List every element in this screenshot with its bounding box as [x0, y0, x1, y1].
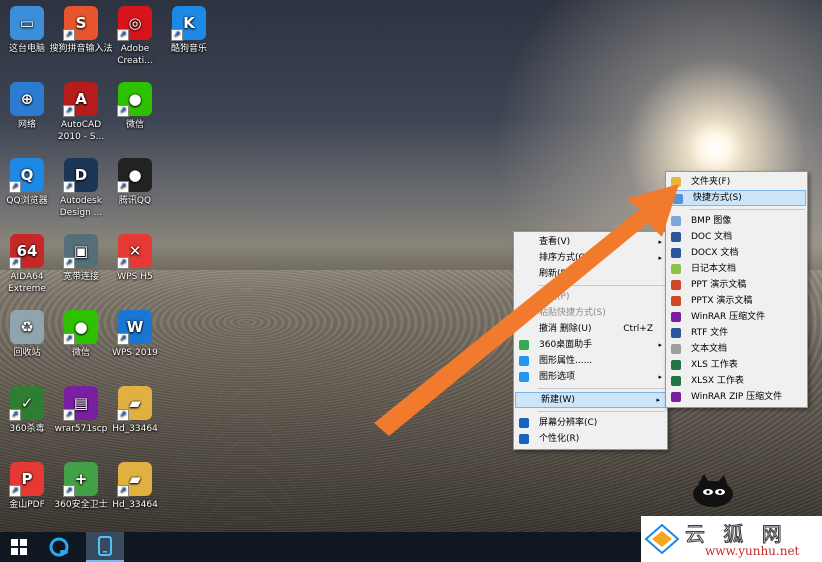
- start-button[interactable]: [0, 532, 38, 562]
- phone-icon: [98, 536, 112, 556]
- pointer-arrow-annotation: [374, 184, 679, 436]
- mascot-logo: [688, 472, 738, 510]
- fox-mascot-icon: [693, 474, 733, 507]
- watermark-panel: 云 狐 网 www.yunhu.net: [641, 516, 822, 562]
- yunhu-logo-icon: [645, 524, 679, 554]
- watermark-brand: 云 狐 网: [685, 522, 788, 547]
- taskbar-qq-browser[interactable]: [40, 532, 78, 562]
- orange-arrow-icon: [374, 184, 679, 436]
- windows-logo-icon: [11, 539, 27, 555]
- taskbar-phone-app[interactable]: [86, 532, 124, 562]
- desktop[interactable]: ▭ 这台电脑 ⊕ 网络 Q ↗ QQ浏览器 64 ↗ AIDA64 Extreme ♻ 回收站 ✓ ↗ 36…: [0, 0, 822, 532]
- watermark-url: www.yunhu.net: [705, 544, 800, 558]
- qq-browser-icon: [49, 537, 69, 557]
